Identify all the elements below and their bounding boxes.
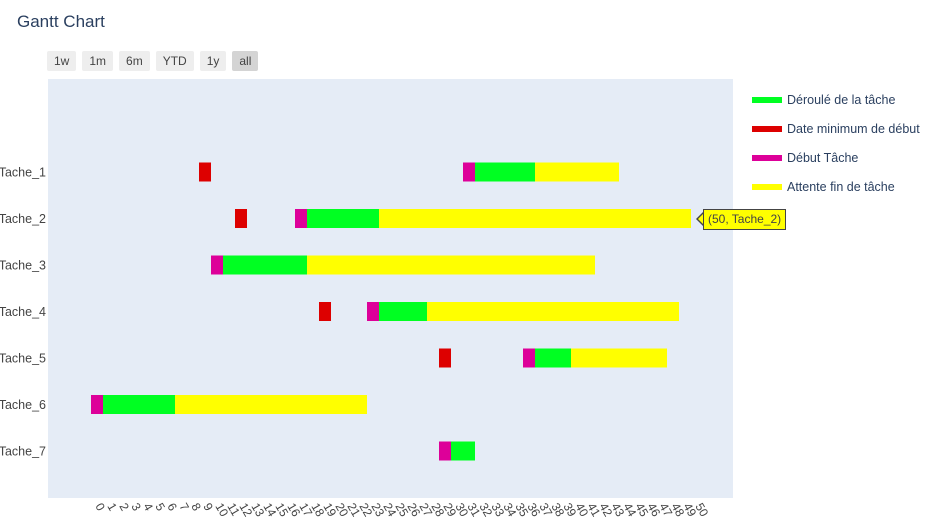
y-tick-label-tache-6: Tache_6 [0, 398, 46, 412]
bar-tache-3-run[interactable] [223, 255, 307, 275]
y-tick-label-tache-5: Tache_5 [0, 352, 46, 366]
bar-tache-7-run[interactable] [451, 441, 475, 461]
bar-tache-5-wait[interactable] [571, 348, 667, 368]
y-tick-label-tache-2: Tache_2 [0, 212, 46, 226]
legend-item-attente[interactable]: Attente fin de tâche [752, 172, 920, 201]
legend-item-deroule[interactable]: Déroulé de la tâche [752, 85, 920, 114]
bar-tache-2-min-start[interactable] [235, 209, 247, 228]
legend-swatch-deroule [752, 96, 782, 103]
bar-tache-5-min-start[interactable] [439, 348, 451, 368]
legend-swatch-debut [752, 154, 782, 161]
bar-tache-1-start[interactable] [463, 162, 475, 182]
bar-tache-2-run[interactable] [307, 209, 379, 228]
y-tick-label-tache-4: Tache_4 [0, 305, 46, 319]
bar-tache-3-start[interactable] [211, 255, 223, 275]
legend-label-deroule: Déroulé de la tâche [787, 92, 896, 107]
legend: Déroulé de la tâche Date minimum de débu… [752, 85, 920, 201]
bar-tache-7-start[interactable] [439, 441, 451, 461]
legend-swatch-date-minimum [752, 125, 782, 132]
hover-tooltip: (50, Tache_2) [703, 209, 787, 230]
y-tick-label-tache-7: Tache_7 [0, 445, 46, 459]
legend-item-debut[interactable]: Début Tâche [752, 143, 920, 172]
legend-label-attente: Attente fin de tâche [787, 179, 895, 194]
bar-tache-2-wait[interactable] [379, 209, 691, 228]
bar-tache-6-start[interactable] [91, 395, 103, 414]
bar-tache-1-wait[interactable] [535, 162, 619, 182]
bar-tache-6-wait[interactable] [175, 395, 367, 414]
bar-tache-5-run[interactable] [535, 348, 571, 368]
bar-tache-4-start[interactable] [367, 302, 379, 321]
legend-label-date-minimum: Date minimum de début [787, 121, 920, 136]
bar-tache-1-run[interactable] [475, 162, 535, 182]
bar-tache-4-min-start[interactable] [319, 302, 331, 321]
bar-tache-1-min-start[interactable] [199, 162, 211, 182]
gantt-chart[interactable]: Tache_1 Tache_2 Tache_3 Tache_4 Tache_5 Tache… [0, 0, 946, 530]
y-tick-label-tache-3: Tache_3 [0, 259, 46, 273]
legend-item-date-minimum[interactable]: Date minimum de début [752, 114, 920, 143]
bar-tache-4-wait[interactable] [427, 302, 679, 321]
bar-tache-5-start[interactable] [523, 348, 535, 368]
bar-tache-4-run[interactable] [379, 302, 427, 321]
legend-swatch-attente [752, 183, 782, 190]
bar-tache-6-run[interactable] [103, 395, 175, 414]
bar-tache-2-start[interactable] [295, 209, 307, 228]
plot-area[interactable] [48, 79, 733, 498]
bar-tache-3-wait[interactable] [307, 255, 595, 275]
legend-label-debut: Début Tâche [787, 150, 859, 165]
y-tick-label-tache-1: Tache_1 [0, 166, 46, 180]
